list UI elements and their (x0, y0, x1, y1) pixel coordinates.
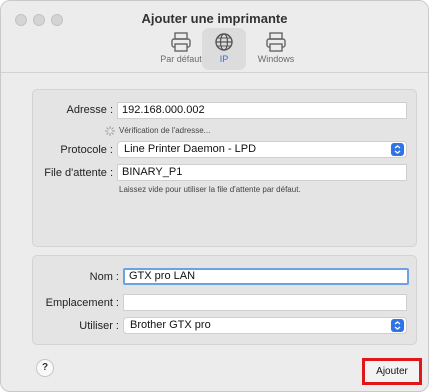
driver-select[interactable]: Brother GTX pro (123, 317, 407, 334)
use-label: Utiliser : (79, 320, 119, 332)
queue-field[interactable]: BINARY_P1 (117, 164, 407, 181)
protocol-select-value: Line Printer Daemon - LPD (124, 143, 257, 155)
verifying-address-text: Vérification de l'adresse... (119, 126, 211, 135)
address-field[interactable]: 192.168.000.002 (117, 102, 407, 119)
add-printer-window: Ajouter une imprimante Par défaut IP Win… (0, 0, 429, 392)
name-label: Nom : (89, 271, 119, 283)
tab-windows[interactable]: Windows (251, 28, 301, 70)
add-button[interactable]: Ajouter (362, 358, 422, 385)
tab-windows-label: Windows (257, 54, 295, 64)
queue-hint: Laissez vide pour utiliser la file d'att… (119, 185, 301, 194)
window-title: Ajouter une imprimante (141, 11, 288, 26)
address-label: Adresse : (66, 104, 113, 116)
protocol-select[interactable]: Line Printer Daemon - LPD (117, 141, 407, 158)
tab-ip-label: IP (219, 54, 229, 64)
printer-icon (171, 32, 191, 52)
chevron-updown-icon (391, 319, 404, 332)
tab-default-label: Par défaut (160, 54, 202, 64)
location-label: Emplacement : (45, 297, 119, 309)
tab-default[interactable]: Par défaut (153, 28, 209, 70)
chevron-updown-icon (391, 143, 404, 156)
help-button[interactable]: ? (36, 359, 54, 377)
titlebar: Ajouter une imprimante Par défaut IP Win… (1, 1, 428, 73)
tab-ip[interactable]: IP (202, 28, 246, 70)
driver-select-value: Brother GTX pro (130, 319, 211, 331)
globe-icon (215, 33, 233, 51)
protocol-label: Protocole : (60, 144, 113, 156)
name-field[interactable]: GTX pro LAN (123, 268, 409, 285)
printer-icon (266, 32, 286, 52)
queue-label: File d'attente : (44, 167, 113, 179)
location-field[interactable] (123, 294, 407, 311)
spinner-icon (105, 126, 115, 136)
